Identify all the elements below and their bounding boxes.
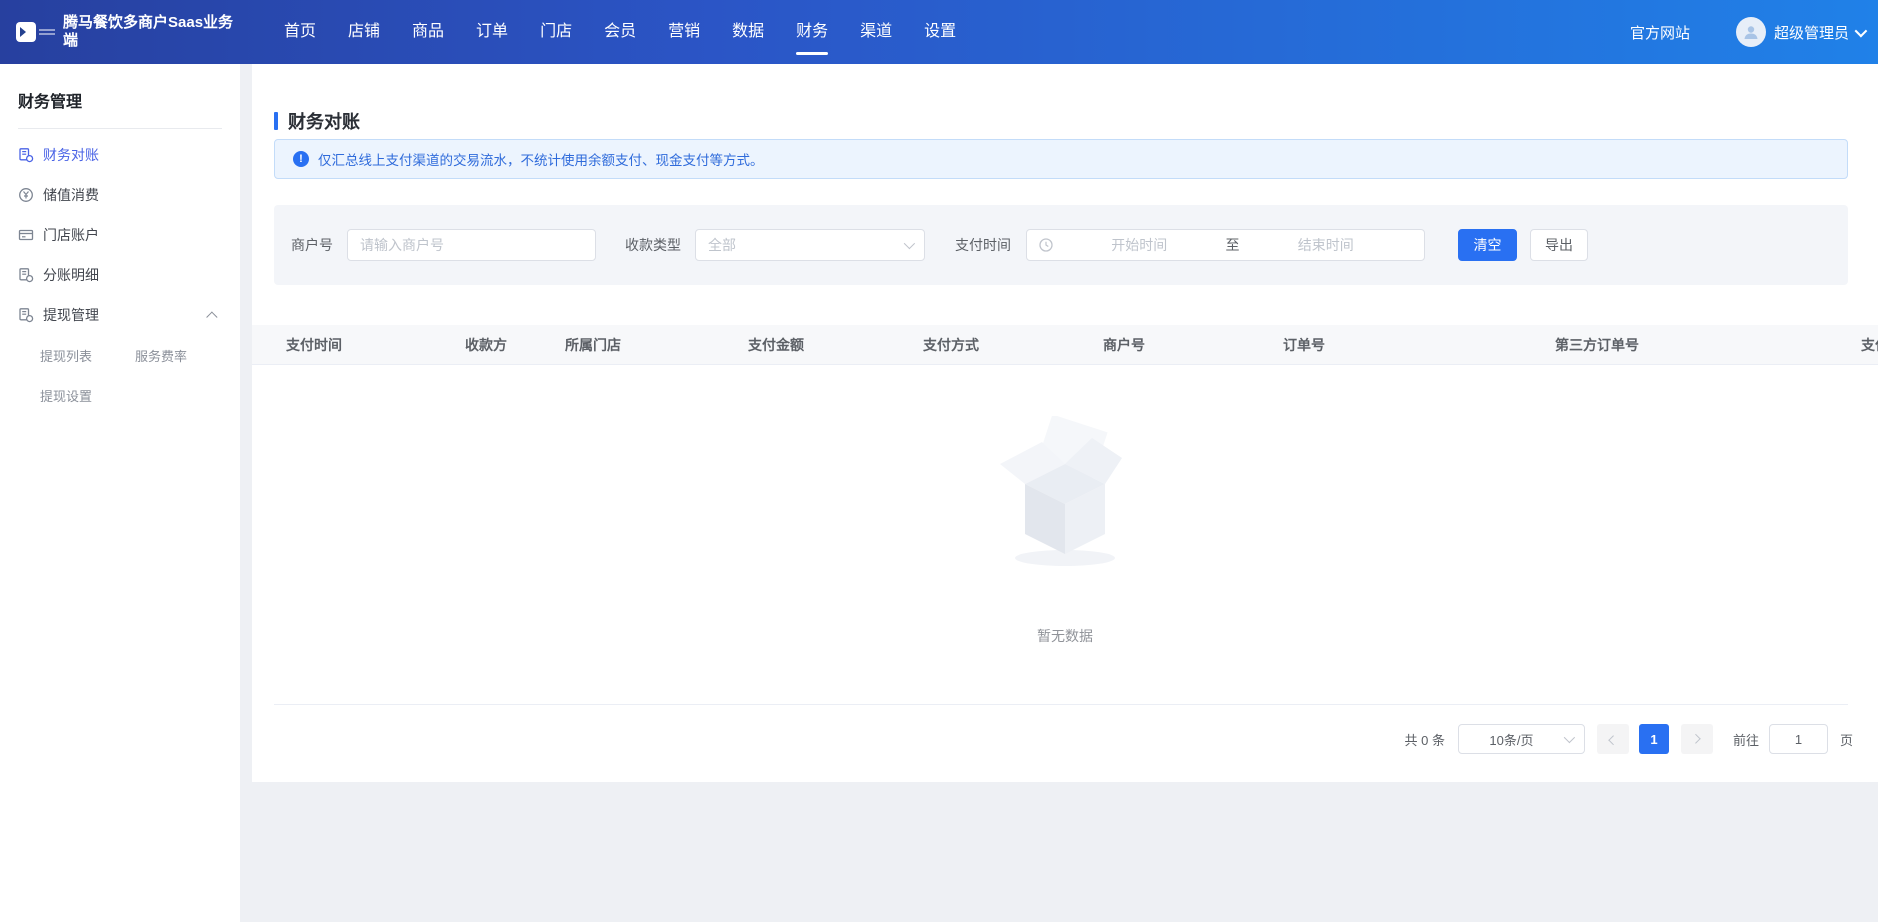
goto-suffix: 页 xyxy=(1840,730,1853,749)
chevron-left-icon xyxy=(1609,735,1619,745)
next-page-button[interactable] xyxy=(1681,724,1713,754)
empty-state-text: 暂无数据 xyxy=(252,626,1878,646)
sidebar-item-store-account[interactable]: 门店账户 xyxy=(0,215,240,255)
brand-title: 腾马餐饮多商户Saas业务端 xyxy=(63,14,245,50)
main-nav: 首页 店铺 商品 订单 门店 会员 营销 数据 财务 渠道 设置 xyxy=(284,0,956,64)
nav-item-members[interactable]: 会员 xyxy=(604,0,636,64)
chevron-up-icon[interactable] xyxy=(206,311,217,322)
footer-divider xyxy=(274,704,1848,705)
page-size-select[interactable]: 10条/页 xyxy=(1458,724,1585,754)
payment-time-range-picker[interactable]: 开始时间 至 结束时间 xyxy=(1026,229,1425,261)
nav-item-settings[interactable]: 设置 xyxy=(924,0,956,64)
sidebar-subitem-withdraw-list[interactable]: 提现列表 xyxy=(40,346,92,365)
col-store: 所属门店 xyxy=(565,325,621,365)
payment-type-select[interactable]: 全部 xyxy=(695,229,925,261)
empty-box-icon xyxy=(980,416,1150,586)
official-site-link[interactable]: 官方网站 xyxy=(1630,22,1690,43)
person-icon xyxy=(1742,23,1760,41)
alert-message: 仅汇总线上支付渠道的交易流水，不统计使用余额支付、现金支付等方式。 xyxy=(318,149,764,169)
topbar: 腾马餐饮多商户Saas业务端 首页 店铺 商品 订单 门店 会员 营销 数据 财… xyxy=(0,0,1878,64)
page-title: 财务对账 xyxy=(274,108,360,134)
chevron-right-icon xyxy=(1691,733,1701,743)
col-third-party-order-id: 第三方订单号 xyxy=(1555,325,1639,365)
end-time-placeholder[interactable]: 结束时间 xyxy=(1240,235,1413,255)
nav-item-marketing[interactable]: 营销 xyxy=(668,0,700,64)
sidebar-subitem-service-rate[interactable]: 服务费率 xyxy=(135,346,187,365)
merchant-id-input[interactable] xyxy=(348,230,595,260)
merchant-id-field-wrap xyxy=(347,229,596,261)
topbar-right: 官方网站 超级管理员 xyxy=(1630,0,1864,64)
col-amount: 支付金额 xyxy=(748,325,804,365)
nav-item-finance[interactable]: 财务 xyxy=(796,0,828,64)
sidebar-subitem-withdraw-settings[interactable]: 提现设置 xyxy=(40,386,92,405)
chevron-down-icon xyxy=(1564,732,1575,743)
sidebar-divider xyxy=(18,128,222,129)
user-avatar[interactable] xyxy=(1736,17,1766,47)
goto-page-input[interactable] xyxy=(1769,724,1828,754)
payment-type-value: 全部 xyxy=(708,235,736,255)
info-icon: ! xyxy=(293,151,309,167)
date-range-separator: 至 xyxy=(1226,235,1240,255)
brand: 腾马餐饮多商户Saas业务端 xyxy=(16,0,245,64)
withdraw-icon xyxy=(18,307,34,323)
nav-item-goods[interactable]: 商品 xyxy=(412,0,444,64)
nav-item-channels[interactable]: 渠道 xyxy=(860,0,892,64)
nav-item-stores[interactable]: 门店 xyxy=(540,0,572,64)
chevron-down-icon[interactable] xyxy=(1855,24,1868,37)
prev-page-button[interactable] xyxy=(1597,724,1629,754)
sidebar-item-withdraw[interactable]: 提现管理 xyxy=(0,295,240,335)
sidebar-item-label: 财务对账 xyxy=(43,145,99,165)
info-alert: ! 仅汇总线上支付渠道的交易流水，不统计使用余额支付、现金支付等方式。 xyxy=(274,139,1848,179)
current-page-button[interactable]: 1 xyxy=(1639,724,1669,754)
total-count: 共 0 条 xyxy=(1405,730,1445,749)
sidebar-item-stored-value[interactable]: 储值消费 xyxy=(0,175,240,215)
col-merchant-id: 商户号 xyxy=(1103,325,1145,365)
nav-item-home[interactable]: 首页 xyxy=(284,0,316,64)
merchant-id-label: 商户号 xyxy=(291,235,333,255)
reconcile-icon xyxy=(18,147,34,163)
sidebar-item-label: 储值消费 xyxy=(43,185,99,205)
sidebar-item-label: 门店账户 xyxy=(43,225,99,245)
filter-panel: 商户号 收款类型 全部 支付时间 开始时间 至 结束时间 清空 导出 xyxy=(274,205,1848,285)
payment-time-label: 支付时间 xyxy=(955,235,1011,255)
brand-logo-icon xyxy=(16,22,36,42)
pagination: 共 0 条 10条/页 1 前往 页 xyxy=(1405,723,1854,755)
chevron-down-icon xyxy=(904,238,915,249)
brand-caption-lines xyxy=(39,27,55,37)
sidebar-subrow: 提现设置 xyxy=(0,375,240,415)
sidebar: 财务管理 财务对账 储值消费 门店账户 分账明细 xyxy=(0,64,240,922)
col-order-id: 订单号 xyxy=(1283,325,1325,365)
sidebar-title: 财务管理 xyxy=(0,64,240,112)
payment-type-label: 收款类型 xyxy=(625,235,681,255)
goto-label: 前往 xyxy=(1733,730,1759,749)
store-account-icon xyxy=(18,227,34,243)
nav-item-data[interactable]: 数据 xyxy=(732,0,764,64)
main-content-card: 财务对账 ! 仅汇总线上支付渠道的交易流水，不统计使用余额支付、现金支付等方式。… xyxy=(252,64,1878,782)
split-detail-icon xyxy=(18,267,34,283)
sidebar-item-label: 提现管理 xyxy=(43,305,99,325)
clock-icon xyxy=(1039,238,1053,252)
sidebar-item-reconcile[interactable]: 财务对账 xyxy=(0,135,240,175)
col-payment-method: 支付方式 xyxy=(923,325,979,365)
col-clipped: 支付 xyxy=(1861,325,1878,365)
clear-button[interactable]: 清空 xyxy=(1458,229,1517,261)
sidebar-item-label: 分账明细 xyxy=(43,265,99,285)
sidebar-subrow: 提现列表 服务费率 xyxy=(0,335,240,375)
user-name[interactable]: 超级管理员 xyxy=(1774,22,1849,43)
nav-item-orders[interactable]: 订单 xyxy=(476,0,508,64)
nav-item-shop[interactable]: 店铺 xyxy=(348,0,380,64)
sidebar-item-split-detail[interactable]: 分账明细 xyxy=(0,255,240,295)
col-payment-time: 支付时间 xyxy=(286,325,342,365)
col-payee: 收款方 xyxy=(465,325,507,365)
title-accent-bar xyxy=(274,112,278,130)
empty-state-illustration xyxy=(980,416,1150,591)
table-header-row: 支付时间 收款方 所属门店 支付金额 支付方式 商户号 订单号 第三方订单号 支… xyxy=(252,325,1878,365)
page-size-value: 10条/页 xyxy=(1459,730,1564,749)
start-time-placeholder[interactable]: 开始时间 xyxy=(1053,235,1226,255)
export-button[interactable]: 导出 xyxy=(1530,229,1588,261)
stored-value-icon xyxy=(18,187,34,203)
